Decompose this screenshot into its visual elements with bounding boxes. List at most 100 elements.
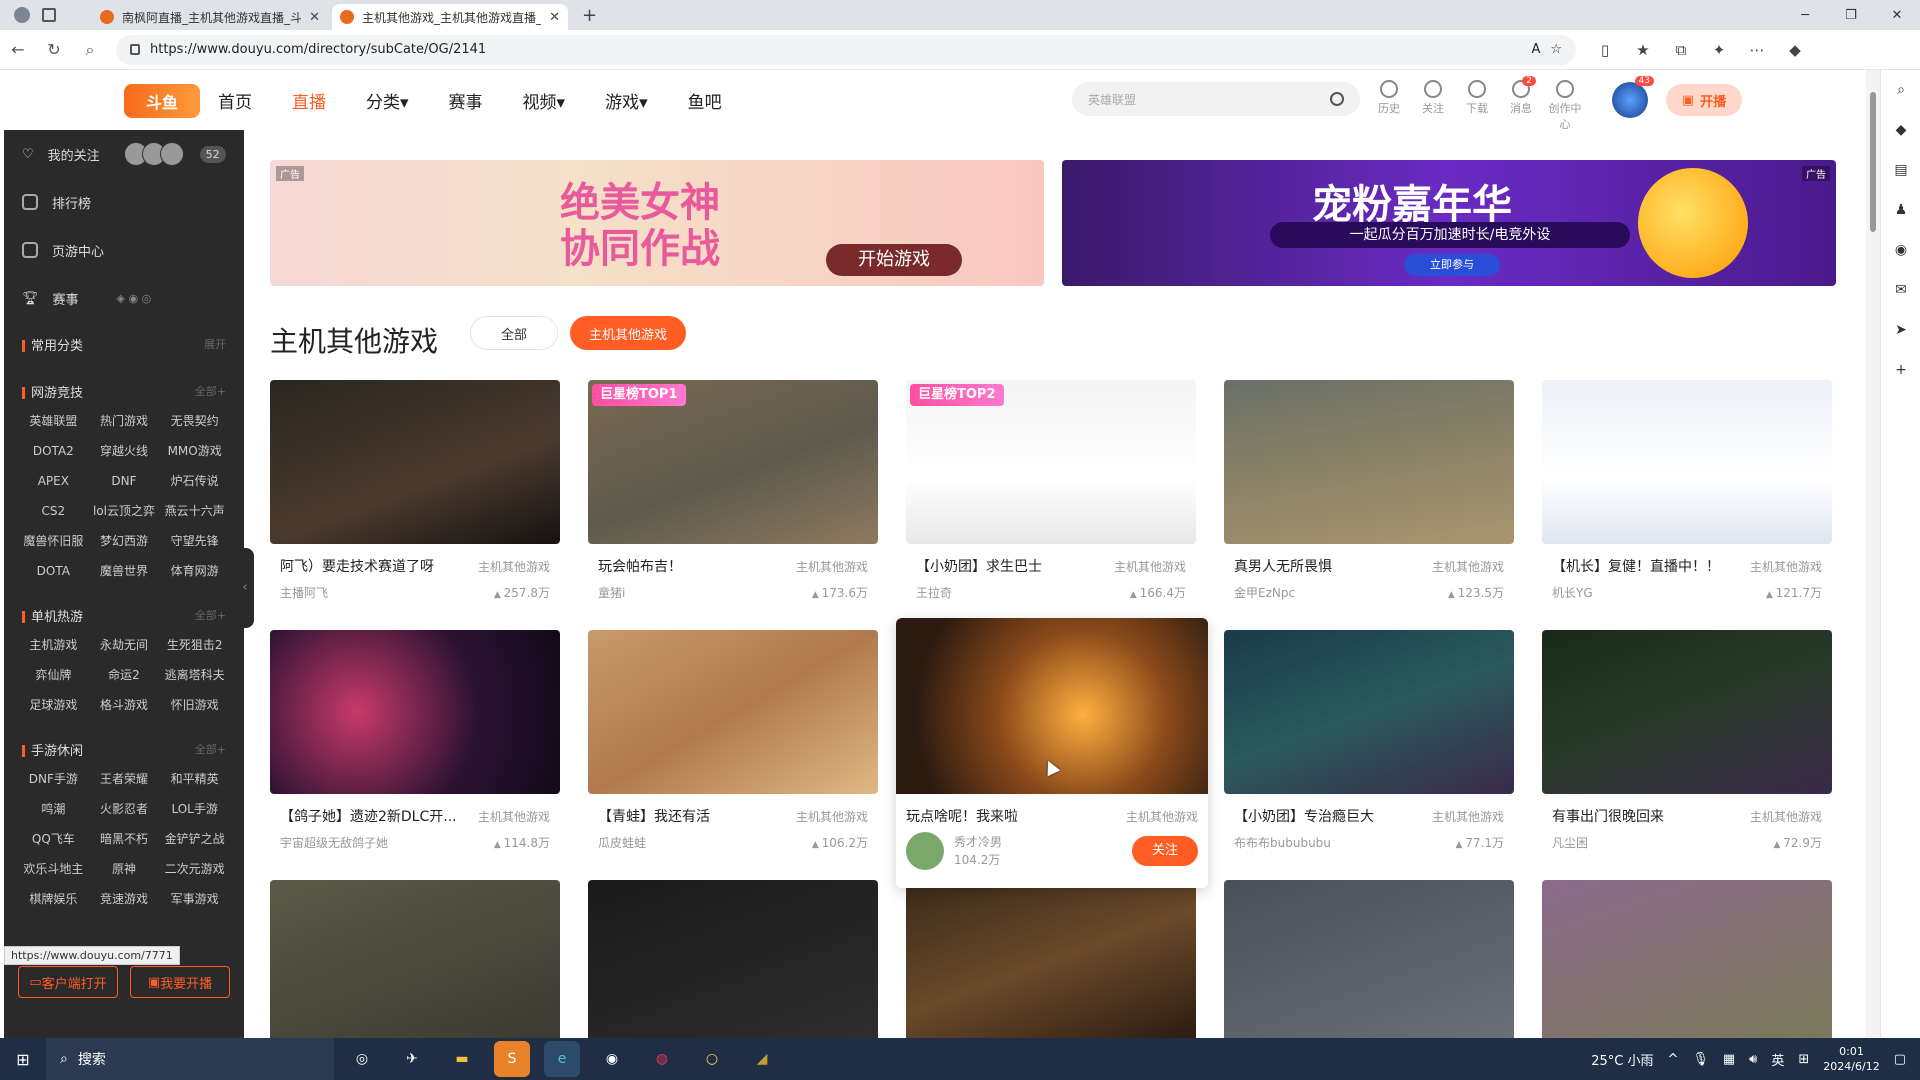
create-center-button[interactable]: 创作中心 xyxy=(1548,80,1582,132)
app-icon[interactable]: ○ xyxy=(694,1041,730,1077)
obs-icon[interactable]: ◉ xyxy=(594,1041,630,1077)
game-link[interactable]: LOL手游 xyxy=(159,794,230,824)
stream-thumbnail[interactable] xyxy=(270,880,560,1038)
send-icon[interactable]: ➤ xyxy=(1881,310,1920,350)
stream-card[interactable]: 有事出门很晚回来 主机其他游戏 凡尘困 72.9万 xyxy=(1542,630,1832,862)
game-link[interactable]: 生死狙击2 xyxy=(159,630,230,660)
minimize-icon[interactable]: ─ xyxy=(1782,0,1828,30)
nav-video[interactable]: 视频▾ xyxy=(523,88,566,113)
game-link[interactable]: 穿越火线 xyxy=(89,436,160,466)
filter-all-button[interactable]: 全部 xyxy=(470,316,558,350)
game-link[interactable]: 热门游戏 xyxy=(89,406,160,436)
stream-thumbnail[interactable] xyxy=(1542,880,1832,1038)
streamer-name[interactable]: 金甲EzNpc xyxy=(1234,584,1295,601)
game-link[interactable]: 逃离塔科夫 xyxy=(159,660,230,690)
section-more-link[interactable]: 全部+ xyxy=(195,741,226,757)
tools-icon[interactable]: ▤ xyxy=(1881,150,1920,190)
streamer-name[interactable]: 凡尘困 xyxy=(1552,834,1588,851)
game-link[interactable]: 鸣潮 xyxy=(18,794,89,824)
stream-card[interactable] xyxy=(906,880,1196,1038)
stream-category[interactable]: 主机其他游戏 xyxy=(1114,558,1186,575)
game-link[interactable]: 无畏契约 xyxy=(159,406,230,436)
sublime-icon[interactable]: S xyxy=(494,1041,530,1077)
ime-indicator[interactable]: 英 xyxy=(1771,1050,1784,1069)
steam-icon[interactable]: ◎ xyxy=(344,1041,380,1077)
game-link[interactable]: 足球游戏 xyxy=(18,690,89,720)
refresh-icon[interactable]: ↻ xyxy=(36,34,72,66)
ad-banner-carnival[interactable]: 广告 宠粉嘉年华 一起瓜分百万加速时长/电竞外设 立即参与 xyxy=(1062,160,1836,286)
game-link[interactable]: 魔兽世界 xyxy=(89,556,160,586)
close-icon[interactable]: ✕ xyxy=(549,10,560,25)
read-aloud-icon[interactable]: A xyxy=(1531,42,1540,57)
search-icon[interactable]: ⌕ xyxy=(1881,70,1920,110)
streamer-name[interactable]: 王拉奇 xyxy=(916,584,952,601)
game-link[interactable]: 和平精英 xyxy=(159,764,230,794)
follow-button[interactable]: 关注 xyxy=(1132,836,1198,866)
streamer-name[interactable]: 瓜皮蛙蛙 xyxy=(598,834,646,851)
page-scrollbar[interactable] xyxy=(1866,70,1880,1038)
more-icon[interactable]: ⋯ xyxy=(1740,35,1774,65)
browser-tab-2[interactable]: 主机其他游戏_主机其他游戏直播_斗鱼直播 ✕ xyxy=(332,4,568,30)
game-link[interactable]: 燕云十六声 xyxy=(159,496,230,526)
stream-title[interactable]: 玩点啥呢！我来啦 xyxy=(906,806,1018,826)
close-icon[interactable]: ✕ xyxy=(309,10,320,25)
nav-match[interactable]: 赛事 xyxy=(449,88,483,113)
stream-title[interactable]: 【机长】复健！直播中！！ xyxy=(1552,556,1720,576)
stream-card-hover[interactable]: 玩点啥呢！我来啦 主机其他游戏 秀才冷男 104.2万 关注 xyxy=(896,618,1208,888)
streamer-avatar[interactable] xyxy=(906,832,944,870)
game-link[interactable]: QQ飞车 xyxy=(18,824,89,854)
stream-title[interactable]: 玩会帕布吉！ xyxy=(598,556,682,576)
back-icon[interactable]: ← xyxy=(0,34,36,66)
game-link[interactable]: 二次元游戏 xyxy=(159,854,230,884)
add-icon[interactable]: + xyxy=(1881,350,1920,390)
game-link[interactable]: 主机游戏 xyxy=(18,630,89,660)
game-link[interactable]: 军事游戏 xyxy=(159,884,230,914)
sidebar-item-rank[interactable]: 排行榜 xyxy=(4,178,244,226)
history-button[interactable]: 历史 xyxy=(1372,80,1406,132)
streamer-name[interactable]: 主播阿飞 xyxy=(280,584,328,601)
game-app-icon[interactable]: ✈ xyxy=(394,1041,430,1077)
stream-thumbnail[interactable] xyxy=(1224,880,1514,1038)
section-more-link[interactable]: 全部+ xyxy=(195,607,226,623)
collections-icon[interactable]: ⧉ xyxy=(1664,35,1698,65)
search-icon[interactable] xyxy=(1330,92,1344,106)
split-screen-icon[interactable]: ▯ xyxy=(1588,35,1622,65)
section-more-link[interactable]: 全部+ xyxy=(195,383,226,399)
game-link[interactable]: MMO游戏 xyxy=(159,436,230,466)
game-link[interactable]: 命运2 xyxy=(89,660,160,690)
follow-button[interactable]: 关注 xyxy=(1416,80,1450,132)
new-tab-icon[interactable]: + xyxy=(582,5,597,26)
stream-title[interactable]: 有事出门很晚回来 xyxy=(1552,806,1664,826)
stream-category[interactable]: 主机其他游戏 xyxy=(478,558,550,575)
start-game-button[interactable]: 开始游戏 xyxy=(826,244,962,276)
game-link[interactable]: 守望先锋 xyxy=(159,526,230,556)
extensions-icon[interactable]: ✦ xyxy=(1702,35,1736,65)
favorites-icon[interactable]: ★ xyxy=(1626,35,1660,65)
stream-card[interactable] xyxy=(1542,880,1832,1038)
stream-category[interactable]: 主机其他游戏 xyxy=(1432,808,1504,825)
grid-icon[interactable]: ⊞ xyxy=(1798,1052,1809,1067)
game-link[interactable]: 暗黑不朽 xyxy=(89,824,160,854)
copilot-icon[interactable]: ◆ xyxy=(1778,35,1812,65)
stream-thumbnail[interactable] xyxy=(1224,380,1514,544)
ad-banner-goddess[interactable]: 广告 绝美女神 协同作战 开始游戏 xyxy=(270,160,1044,286)
scrollbar-thumb[interactable] xyxy=(1870,92,1876,232)
tab-actions-icon[interactable] xyxy=(42,8,56,22)
filter-current-button[interactable]: 主机其他游戏 xyxy=(570,316,686,350)
game-link[interactable]: 竞速游戏 xyxy=(89,884,160,914)
game-link[interactable]: 王者荣耀 xyxy=(89,764,160,794)
sidebar-collapse-handle[interactable]: ‹ xyxy=(236,548,254,628)
profile-icon[interactable] xyxy=(14,7,30,23)
games-icon[interactable]: ♟ xyxy=(1881,190,1920,230)
join-now-button[interactable]: 立即参与 xyxy=(1404,254,1500,276)
stream-thumbnail[interactable] xyxy=(588,880,878,1038)
game-link[interactable]: 体育网游 xyxy=(159,556,230,586)
stream-title[interactable]: 真男人无所畏惧 xyxy=(1234,556,1332,576)
user-avatar[interactable]: 43 xyxy=(1612,76,1654,118)
go-live-button[interactable]: ▣ 我要开播 xyxy=(130,966,230,998)
game-link[interactable]: lol云顶之弈 xyxy=(89,496,160,526)
stream-card[interactable]: 真男人无所畏惧 主机其他游戏 金甲EzNpc 123.5万 xyxy=(1224,380,1514,612)
stream-category[interactable]: 主机其他游戏 xyxy=(1750,808,1822,825)
streamer-name[interactable]: 布布布bubububu xyxy=(1234,834,1331,851)
stream-thumbnail[interactable] xyxy=(1542,630,1832,794)
